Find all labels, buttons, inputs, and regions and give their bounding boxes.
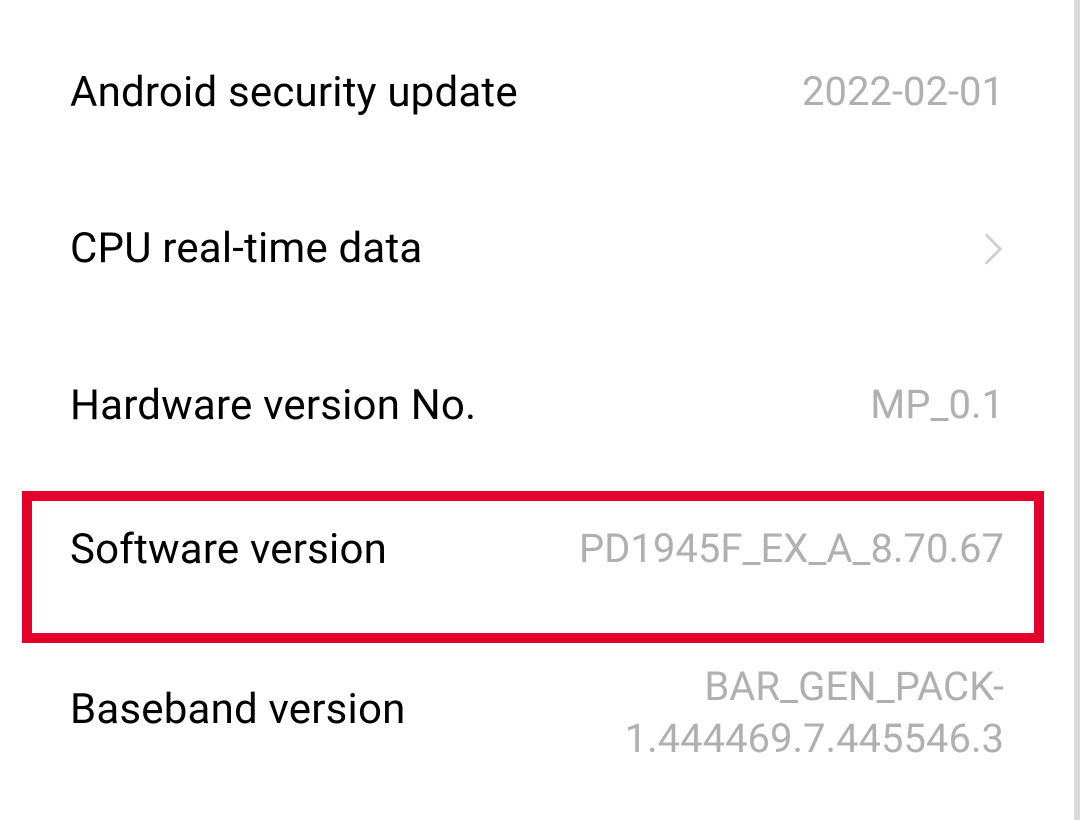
row-baseband-version[interactable]: Baseband version BAR_GEN_PACK-1.444469.7… bbox=[0, 621, 1074, 811]
settings-container: Android security update 2022-02-01 CPU r… bbox=[0, 0, 1080, 820]
row-label-cpu-realtime-data: CPU real-time data bbox=[70, 224, 422, 273]
row-android-security-update[interactable]: Android security update 2022-02-01 bbox=[0, 20, 1074, 164]
row-label-hardware-version: Hardware version No. bbox=[70, 381, 476, 430]
row-software-version[interactable]: Software version PD1945F_EX_A_8.70.67 bbox=[0, 477, 1074, 621]
row-label-software-version: Software version bbox=[70, 525, 387, 574]
row-value-hardware-version: MP_0.1 bbox=[870, 379, 1004, 431]
row-value-software-version: PD1945F_EX_A_8.70.67 bbox=[579, 523, 1004, 575]
settings-list: Android security update 2022-02-01 CPU r… bbox=[0, 0, 1074, 811]
row-value-baseband-version: BAR_GEN_PACK-1.444469.7.445546.3 bbox=[444, 661, 1004, 765]
row-label-baseband-version: Baseband version bbox=[70, 661, 406, 734]
chevron-right-icon bbox=[982, 230, 1004, 268]
row-hardware-version[interactable]: Hardware version No. MP_0.1 bbox=[0, 333, 1074, 477]
row-cpu-realtime-data[interactable]: CPU real-time data bbox=[0, 164, 1074, 333]
row-label-android-security-update: Android security update bbox=[70, 68, 518, 117]
row-value-android-security-update: 2022-02-01 bbox=[802, 66, 1004, 118]
